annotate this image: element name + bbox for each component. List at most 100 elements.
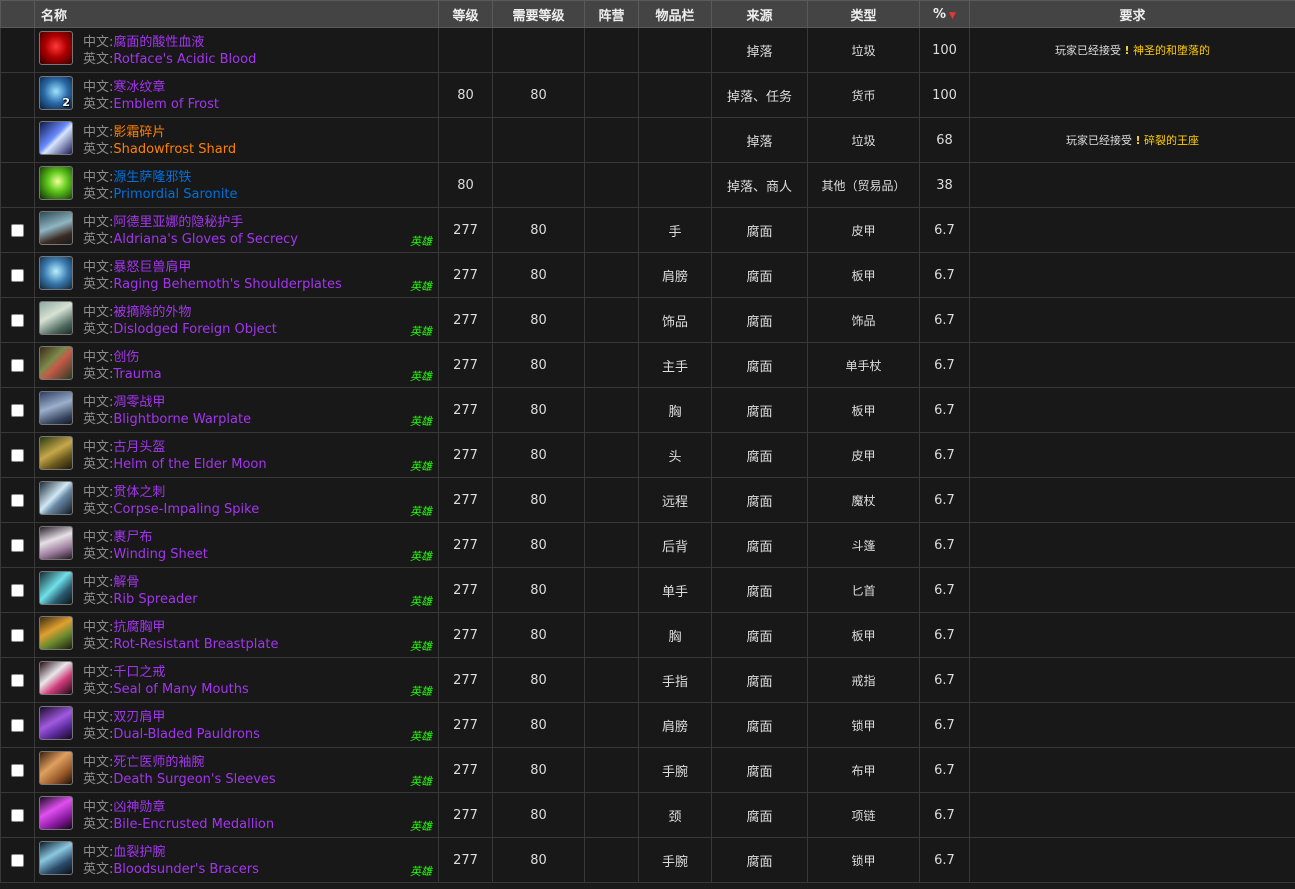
item-name-cn[interactable]: 暴怒巨兽肩甲 — [113, 260, 191, 275]
dagger-icon[interactable] — [39, 571, 73, 605]
column-header-slot[interactable]: 物品栏 — [638, 0, 712, 28]
item-name-en[interactable]: Shadowfrost Shard — [113, 142, 236, 157]
row-checkbox[interactable] — [11, 853, 24, 867]
pct-cell: 100 — [919, 72, 970, 118]
row-checkbox[interactable] — [11, 358, 24, 372]
item-name-cn[interactable]: 古月头盔 — [113, 440, 165, 455]
item-name-cn[interactable]: 腐面的酸性血液 — [113, 35, 204, 50]
breastplate-icon[interactable] — [39, 616, 73, 650]
item-name-en[interactable]: Death Surgeon's Sleeves — [113, 772, 275, 787]
item-name-en[interactable]: Dislodged Foreign Object — [113, 322, 276, 337]
item-name-cn[interactable]: 创伤 — [113, 350, 139, 365]
requirement-cell — [969, 477, 1295, 523]
red-blood-flask-icon[interactable] — [39, 31, 73, 65]
trinket-icon[interactable] — [39, 301, 73, 335]
row-checkbox[interactable] — [11, 313, 24, 327]
wand-icon[interactable] — [39, 481, 73, 515]
row-checkbox[interactable] — [11, 628, 24, 642]
cn-label: 中文: — [83, 485, 114, 500]
item-name-cn[interactable]: 寒冰纹章 — [113, 80, 165, 95]
item-name-cn[interactable]: 凶神勋章 — [113, 800, 165, 815]
item-name-en[interactable]: Rib Spreader — [113, 592, 197, 607]
item-name-en[interactable]: Blightborne Warplate — [113, 412, 251, 427]
req-level-cell — [492, 117, 585, 163]
row-checkbox[interactable] — [11, 268, 24, 282]
heroic-badge: 英雄 — [410, 595, 432, 608]
column-header-faction[interactable]: 阵营 — [584, 0, 639, 28]
gloves-icon[interactable] — [39, 211, 73, 245]
quest-link[interactable]: 碎裂的王座 — [1144, 134, 1199, 147]
shoulderplates-icon[interactable] — [39, 256, 73, 290]
item-name-en[interactable]: Primordial Saronite — [113, 187, 237, 202]
row-checkbox[interactable] — [11, 763, 24, 777]
item-name-en[interactable]: Aldriana's Gloves of Secrecy — [113, 232, 298, 247]
type-cell: 板甲 — [807, 612, 920, 658]
en-label: 英文: — [83, 862, 114, 877]
item-name-cn[interactable]: 被摘除的外物 — [113, 305, 191, 320]
select-cell — [0, 477, 35, 523]
item-name-en[interactable]: Raging Behemoth's Shoulderplates — [113, 277, 341, 292]
row-checkbox[interactable] — [11, 448, 24, 462]
item-name-cn[interactable]: 阿德里亚娜的隐秘护手 — [113, 215, 243, 230]
select-cell — [0, 27, 35, 73]
item-name-en[interactable]: Seal of Many Mouths — [113, 682, 248, 697]
item-name-cn[interactable]: 贯体之刺 — [113, 485, 165, 500]
en-label: 英文: — [83, 322, 114, 337]
item-name-cn[interactable]: 解骨 — [113, 575, 139, 590]
row-checkbox[interactable] — [11, 718, 24, 732]
type-cell: 饰品 — [807, 297, 920, 343]
item-name-en[interactable]: Bloodsunder's Bracers — [113, 862, 259, 877]
saronite-icon[interactable] — [39, 166, 73, 200]
medallion-icon[interactable] — [39, 796, 73, 830]
item-name-en[interactable]: Rotface's Acidic Blood — [113, 52, 256, 67]
row-checkbox[interactable] — [11, 223, 24, 237]
column-header-req-level[interactable]: 需要等级 — [492, 0, 585, 28]
chest-plate-icon[interactable] — [39, 391, 73, 425]
cn-label: 中文: — [83, 395, 114, 410]
item-name-en[interactable]: Emblem of Frost — [113, 97, 219, 112]
item-name-en[interactable]: Helm of the Elder Moon — [113, 457, 266, 472]
item-name-en[interactable]: Corpse-Impaling Spike — [113, 502, 259, 517]
mace-icon[interactable] — [39, 346, 73, 380]
quest-link[interactable]: 神圣的和堕落的 — [1133, 44, 1210, 57]
row-checkbox[interactable] — [11, 403, 24, 417]
ring-icon[interactable] — [39, 661, 73, 695]
column-header-type[interactable]: 类型 — [807, 0, 920, 28]
item-name-cn[interactable]: 死亡医师的袖腕 — [113, 755, 204, 770]
faction-cell — [584, 297, 639, 343]
item-name-cn[interactable]: 血裂护腕 — [113, 845, 165, 860]
item-name-cn[interactable]: 抗腐胸甲 — [113, 620, 165, 635]
item-name-en[interactable]: Dual-Bladed Pauldrons — [113, 727, 260, 742]
item-name-en[interactable]: Rot-Resistant Breastplate — [113, 637, 278, 652]
item-name-cn[interactable]: 影霜碎片 — [113, 125, 165, 140]
row-checkbox[interactable] — [11, 538, 24, 552]
faction-cell — [584, 792, 639, 838]
row-checkbox[interactable] — [11, 808, 24, 822]
item-name-en[interactable]: Trauma — [113, 367, 161, 382]
item-name-cn[interactable]: 千口之戒 — [113, 665, 165, 680]
item-name-en[interactable]: Winding Sheet — [113, 547, 208, 562]
faction-cell — [584, 342, 639, 388]
row-checkbox[interactable] — [11, 673, 24, 687]
item-name-en[interactable]: Bile-Encrusted Medallion — [113, 817, 274, 832]
item-name-cn[interactable]: 双刃肩甲 — [113, 710, 165, 725]
helm-icon[interactable] — [39, 436, 73, 470]
en-label: 英文: — [83, 817, 114, 832]
column-header-pct[interactable]: % ▼ — [919, 0, 970, 28]
shadowfrost-shard-icon[interactable] — [39, 121, 73, 155]
column-header-name[interactable]: 名称 — [34, 0, 439, 28]
cloak-icon[interactable] — [39, 526, 73, 560]
row-checkbox[interactable] — [11, 493, 24, 507]
item-name-cn[interactable]: 源生萨隆邪铁 — [113, 170, 191, 185]
column-header-level[interactable]: 等级 — [438, 0, 493, 28]
sleeves-icon[interactable] — [39, 751, 73, 785]
table-row: 中文:双刃肩甲 英文:Dual-Bladed Pauldrons 英雄 277 … — [0, 702, 1295, 748]
bracers-icon[interactable] — [39, 841, 73, 875]
column-header-requirement[interactable]: 要求 — [969, 0, 1295, 28]
pauldrons-icon[interactable] — [39, 706, 73, 740]
item-name-cn[interactable]: 凋零战甲 — [113, 395, 165, 410]
row-checkbox[interactable] — [11, 583, 24, 597]
frost-emblem-icon[interactable]: 2 — [39, 76, 73, 110]
item-name-cn[interactable]: 裹尸布 — [113, 530, 152, 545]
column-header-source[interactable]: 来源 — [711, 0, 808, 28]
